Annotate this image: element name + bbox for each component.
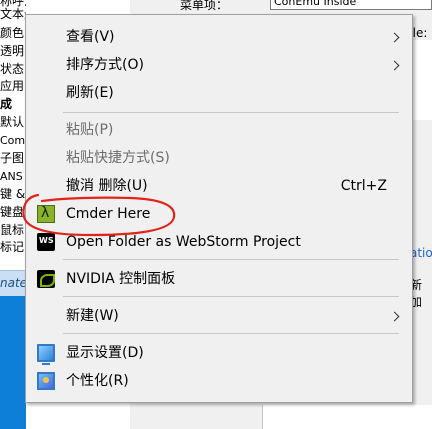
menu-item-label: 粘贴快捷方式(S) <box>66 150 170 166</box>
tree-item[interactable]: 颜色 <box>0 26 24 40</box>
left-status-bar: nate <box>0 270 26 296</box>
bottom-pane <box>262 405 432 429</box>
menu-item-label: Open Folder as WebStorm Project <box>66 234 301 250</box>
tree-item[interactable]: ANS <box>0 170 23 184</box>
desktop-context-menu: 查看(V) 排序方式(O) 刷新(E) 粘贴(P) 粘贴快捷方式(S) 撤消 删… <box>25 14 413 403</box>
cmder-lambda-icon <box>37 205 55 223</box>
menu-item-display-settings[interactable]: 显示设置(D) <box>28 340 410 366</box>
tree-item[interactable]: 成 <box>0 97 12 111</box>
menu-item-label: 菜单项： <box>180 0 229 12</box>
menu-item-label: 撤消 删除(U) <box>66 178 148 194</box>
menu-item-label: 刷新(E) <box>66 85 114 101</box>
desktop-blue-area <box>0 296 26 429</box>
menu-separator <box>63 296 399 297</box>
tree-item[interactable]: 状态 <box>0 62 24 76</box>
chevron-right-icon <box>389 32 400 43</box>
menu-item-label: NVIDIA 控制面板 <box>66 271 176 287</box>
menu-item-sort-by[interactable]: 排序方式(O) <box>28 52 410 78</box>
tree-item[interactable]: 透明 <box>0 44 24 58</box>
menu-item-label: 个性化(R) <box>66 373 129 389</box>
left-tree-panel: 称呼注 文本光标 颜色 透明 状态 应用 成 默认 Com 子图 ANS 键 &… <box>0 0 26 270</box>
menu-item-new[interactable]: 新建(W) <box>28 303 410 329</box>
menu-item-label: 显示设置(D) <box>66 345 144 361</box>
menu-item-shortcut: Ctrl+Z <box>340 178 387 194</box>
chevron-right-icon <box>389 60 400 71</box>
menu-separator <box>63 333 399 334</box>
tree-item[interactable]: 标记 <box>0 240 24 254</box>
webstorm-icon <box>35 231 57 253</box>
clipped-label: 新加 <box>410 278 423 309</box>
tree-item[interactable]: 鼠标 <box>0 223 24 237</box>
menu-item-personalize[interactable]: 个性化(R) <box>28 368 410 394</box>
menu-item-view[interactable]: 查看(V) <box>28 24 410 50</box>
menu-item-label: Cmder Here <box>66 206 151 222</box>
menu-item-paste[interactable]: 粘贴(P) <box>28 117 410 143</box>
left-bar-text: nate <box>0 276 26 290</box>
menu-item-cmder-here[interactable]: Cmder Here <box>28 201 410 227</box>
tree-item[interactable]: 文本光标 <box>0 7 26 21</box>
nvidia-icon <box>37 270 55 288</box>
display-settings-icon <box>37 344 55 365</box>
menu-item-undo-delete[interactable]: 撤消 删除(U) Ctrl+Z <box>28 173 410 199</box>
menu-item-label: 新建(W) <box>66 308 119 324</box>
tree-item[interactable]: 默认 <box>0 115 24 129</box>
menu-item-nvidia[interactable]: NVIDIA 控制面板 <box>28 266 410 292</box>
personalize-icon <box>37 372 55 390</box>
clipped-link[interactable]: atio <box>410 246 432 260</box>
tree-item[interactable]: 子图 <box>0 151 24 165</box>
menu-item-label: 查看(V) <box>66 29 115 45</box>
menu-item-paste-shortcut[interactable]: 粘贴快捷方式(S) <box>28 145 410 171</box>
menu-item-open-webstorm[interactable]: Open Folder as WebStorm Project <box>28 229 410 255</box>
menu-item-input[interactable]: ConEmu Inside <box>270 0 432 10</box>
menu-item-refresh[interactable]: 刷新(E) <box>28 80 410 106</box>
menu-item-label: 粘贴(P) <box>66 122 114 138</box>
menu-separator <box>63 259 399 260</box>
tree-item[interactable]: 键 & <box>0 187 25 201</box>
chevron-right-icon <box>389 311 400 322</box>
tree-item[interactable]: 应用 <box>0 79 24 93</box>
menu-item-label: 排序方式(O) <box>66 57 144 73</box>
menu-separator <box>63 112 399 113</box>
tree-item[interactable]: 键盘 <box>0 205 24 219</box>
tree-item[interactable]: Com <box>0 134 25 148</box>
